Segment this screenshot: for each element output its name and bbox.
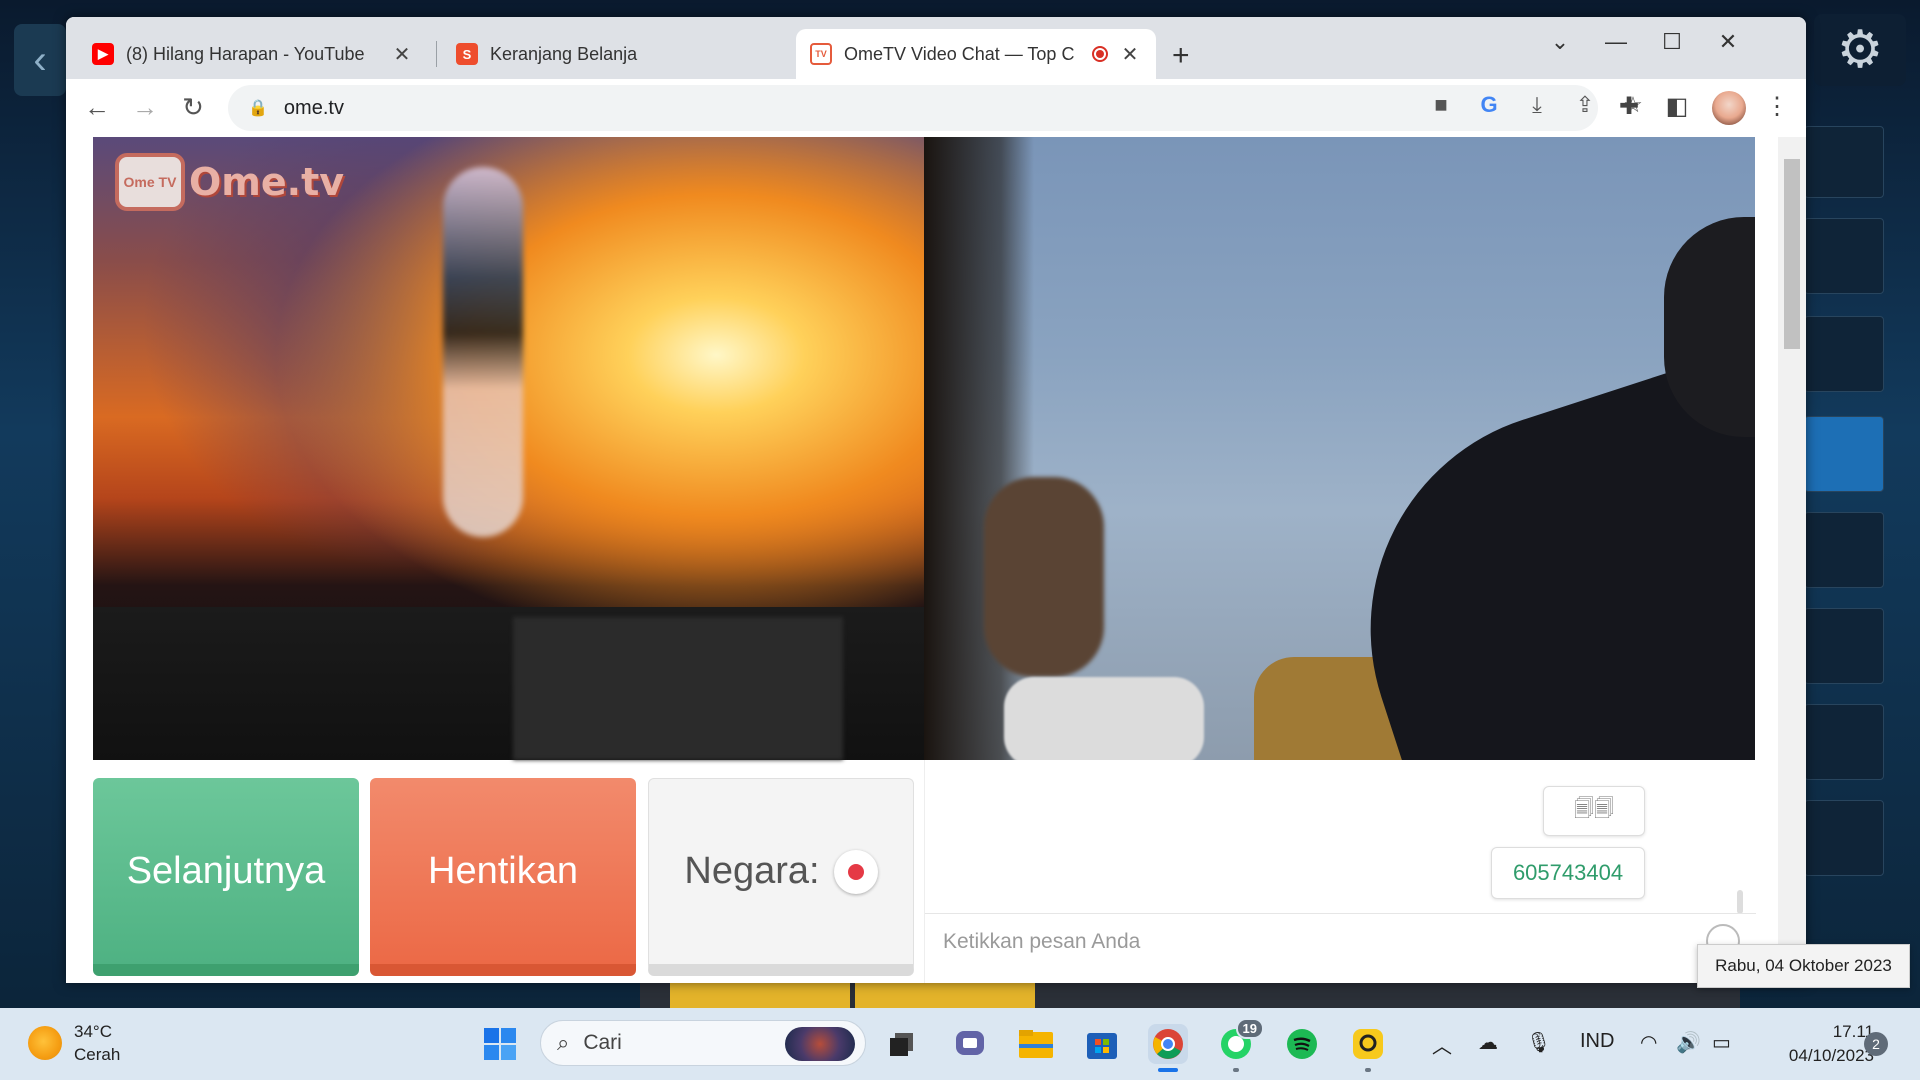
search-placeholder: Cari [583,1031,622,1054]
background-gear-icon: ⚙ [1814,14,1906,86]
volume-icon[interactable]: 🔊 [1676,1030,1701,1055]
taskbar: 34°C Cerah ⌕ Cari 19 ︿ ☁ 🎙 IND ◠ � [0,1008,1920,1080]
address-bar[interactable]: 🔒 ome.tv ■ G ⤓ ⇪ ☆ [228,85,1643,131]
tab-search-icon[interactable]: ⌄ [1540,29,1580,55]
task-view-icon[interactable] [882,1024,922,1064]
whatsapp-badge: 19 [1235,1018,1264,1039]
microsoft-store-icon[interactable] [1082,1024,1122,1064]
tab-strip: ▶ (8) Hilang Harapan - YouTube ✕ S Keran… [66,17,1806,79]
background-side-panel [1804,126,1920,1006]
window-close-button[interactable]: ✕ [1708,29,1748,55]
weather-temperature: 34°C [74,1022,112,1041]
teams-chat-icon[interactable] [950,1024,990,1064]
browser-toolbar: ← → ↻ 🔒 ome.tv ■ G ⤓ ⇪ ☆ ✚ ◧ ⋮ [66,79,1806,137]
ometv-logo: Ome TV Ome.tv [115,153,344,211]
windows-start-icon[interactable] [480,1024,520,1064]
weather-widget[interactable]: 34°C Cerah [28,1020,120,1066]
maximize-button[interactable]: ☐ [1652,29,1692,55]
forward-button[interactable]: → [128,92,162,123]
language-indicator[interactable]: IND [1580,1030,1614,1053]
camera-icon[interactable]: ■ [1424,92,1458,118]
ometv-icon: TV [810,43,832,65]
tab-youtube[interactable]: ▶ (8) Hilang Harapan - YouTube ✕ [78,29,428,79]
tab-label: (8) Hilang Harapan - YouTube [126,43,365,64]
share-icon[interactable]: ⇪ [1568,92,1602,118]
tab-keranjang[interactable]: S Keranjang Belanja ✕ [442,29,852,79]
side-panel-icon[interactable]: ◧ [1660,92,1694,121]
logo-text: Ome.tv [189,160,345,204]
chrome-icon[interactable] [1148,1024,1188,1072]
microphone-icon[interactable]: 🎙 [1526,1030,1551,1055]
scrollbar-thumb[interactable] [1784,159,1800,349]
background-back-arrow: ‹ [14,24,66,96]
running-app-indicator [1365,1068,1371,1072]
country-flag-icon[interactable] [833,849,878,894]
chat-input-placeholder: Ketikkan pesan Anda [943,929,1141,953]
search-icon: ⌕ [557,1030,570,1055]
lock-icon[interactable]: 🔒 [248,98,268,118]
logo-tv-badge: Ome TV [115,153,185,211]
page-scrollbar[interactable] [1778,137,1806,983]
chat-message: 🗐🗐 [1543,786,1645,836]
country-label: Negara: [684,850,820,892]
browser-window: ▶ (8) Hilang Harapan - YouTube ✕ S Keran… [66,17,1806,983]
chat-message: 605743404 [1491,847,1645,899]
youtube-icon: ▶ [92,43,114,65]
search-highlight-image [785,1027,855,1061]
recording-icon [1092,46,1108,62]
spotify-icon[interactable] [1282,1024,1322,1064]
reload-button[interactable]: ↻ [176,92,210,123]
clock-time: 17.11 [1832,1022,1874,1041]
file-explorer-icon[interactable] [1016,1024,1056,1064]
page-content: Ome TV Ome.tv Selanjutnya Hentikan Negar… [66,137,1806,983]
extensions-icon[interactable]: ✚ [1612,92,1646,121]
running-app-indicator [1233,1068,1239,1072]
clock-date: 04/10/2023 [1788,1046,1874,1065]
wifi-icon[interactable]: ◠ [1640,1030,1657,1055]
onedrive-cloud-icon[interactable]: ☁ [1478,1030,1498,1055]
next-button[interactable]: Selanjutnya [93,778,359,976]
install-icon[interactable]: ⤓ [1520,92,1554,118]
whatsapp-icon[interactable]: 19 [1216,1018,1264,1072]
google-icon[interactable]: G [1472,92,1506,118]
weather-sun-icon [28,1026,62,1060]
tab-label: OmeTV Video Chat — Top C [844,43,1075,64]
shopee-icon: S [456,43,478,65]
show-hidden-icons-chevron-icon[interactable]: ︿ [1432,1030,1452,1059]
remote-video [924,137,1755,760]
taskbar-search[interactable]: ⌕ Cari [540,1020,866,1066]
close-icon[interactable]: ✕ [390,42,414,67]
clock[interactable]: 17.11 04/10/2023 [1758,1020,1874,1068]
tab-ometv[interactable]: TV OmeTV Video Chat — Top C ✕ [796,29,1156,79]
back-button[interactable]: ← [80,92,114,123]
weather-condition: Cerah [74,1045,121,1064]
chat-scrollbar[interactable] [1737,890,1743,914]
profile-avatar[interactable] [1712,91,1746,125]
minimize-button[interactable]: — [1596,29,1636,55]
chat-input[interactable]: Ketikkan pesan Anda [925,913,1756,969]
new-tab-button[interactable]: + [1172,39,1190,73]
menu-icon[interactable]: ⋮ [1760,92,1794,121]
tab-separator [436,41,437,67]
notification-badge[interactable]: 2 [1864,1032,1888,1056]
local-video: Ome TV Ome.tv [93,137,924,760]
active-app-indicator [1158,1068,1178,1072]
chat-panel: 🗐🗐 605743404 Ketikkan pesan Anda [924,760,1756,983]
close-icon[interactable]: ✕ [1118,42,1142,67]
country-selector[interactable]: Negara: [648,778,914,976]
stop-button[interactable]: Hentikan [370,778,636,976]
remote-app-icon[interactable] [1348,1024,1388,1072]
address-url: ome.tv [283,96,344,119]
tab-label: Keranjang Belanja [490,43,638,64]
date-tooltip: Rabu, 04 Oktober 2023 [1697,944,1910,988]
battery-icon[interactable]: ▭ [1712,1030,1731,1055]
